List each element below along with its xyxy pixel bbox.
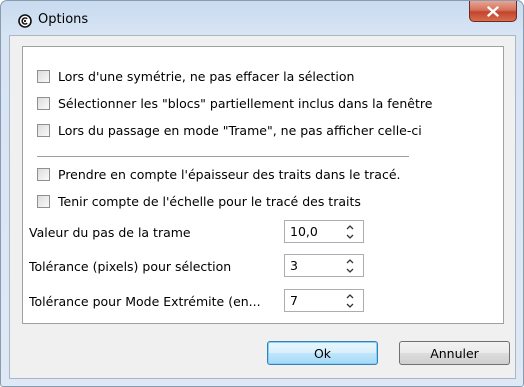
selection-tolerance-label: Tolérance (pixels) pour sélection	[29, 259, 232, 274]
close-icon	[487, 5, 499, 17]
spin-arrows-icon[interactable]	[345, 223, 355, 241]
spinbox-value: 7	[290, 293, 298, 308]
checkbox-label: Lors du passage en mode "Trame", ne pas …	[58, 122, 422, 138]
ok-button[interactable]: Ok	[267, 341, 378, 365]
checkbox-select-partial-blocks[interactable]: Sélectionner les "blocs" partiellement i…	[37, 94, 432, 112]
grid-step-label: Valeur du pas de la trame	[29, 225, 191, 240]
endpoint-tolerance-label: Tolérance pour Mode Extrémite (en...	[29, 294, 261, 309]
cancel-button[interactable]: Annuler	[399, 341, 510, 365]
selection-tolerance-spinbox[interactable]: 3	[284, 254, 364, 277]
checkbox-box[interactable]	[37, 123, 50, 137]
checkbox-keep-selection-on-symmetry[interactable]: Lors d'une symétrie, ne pas effacer la s…	[37, 67, 354, 85]
spinbox-value: 10,0	[290, 224, 318, 239]
endpoint-tolerance-spinbox[interactable]: 7	[284, 289, 364, 312]
spin-arrows-icon[interactable]	[345, 257, 355, 275]
checkbox-box[interactable]	[37, 96, 50, 110]
checkbox-label: Sélectionner les "blocs" partiellement i…	[58, 95, 433, 111]
checkbox-line-thickness[interactable]: Prendre en compte l'épaisseur des traits…	[37, 165, 401, 183]
spinbox-value: 3	[290, 258, 298, 273]
spin-arrows-icon[interactable]	[345, 292, 355, 310]
checkbox-line-scale[interactable]: Tenir compte de l'échelle pour le tracé …	[37, 192, 361, 210]
close-button[interactable]	[469, 1, 517, 22]
grid-step-spinbox[interactable]: 10,0	[284, 220, 364, 243]
checkbox-box[interactable]	[37, 69, 50, 83]
checkbox-hide-grid-in-trame-mode[interactable]: Lors du passage en mode "Trame", ne pas …	[37, 121, 422, 139]
checkbox-box[interactable]	[37, 167, 50, 181]
options-dialog: Options Lors d'une symétrie, ne pas effa…	[0, 0, 524, 387]
separator	[37, 156, 409, 157]
title-bar[interactable]: Options	[1, 1, 523, 35]
dialog-body: Lors d'une symétrie, ne pas effacer la s…	[9, 35, 516, 379]
checkbox-label: Tenir compte de l'échelle pour le tracé …	[58, 193, 361, 209]
options-panel: Lors d'une symétrie, ne pas effacer la s…	[22, 46, 504, 324]
checkbox-box[interactable]	[37, 194, 50, 208]
checkbox-label: Lors d'une symétrie, ne pas effacer la s…	[58, 68, 355, 84]
checkbox-label: Prendre en compte l'épaisseur des traits…	[58, 166, 401, 182]
app-logo-icon	[18, 14, 32, 28]
window-title: Options	[38, 12, 89, 27]
